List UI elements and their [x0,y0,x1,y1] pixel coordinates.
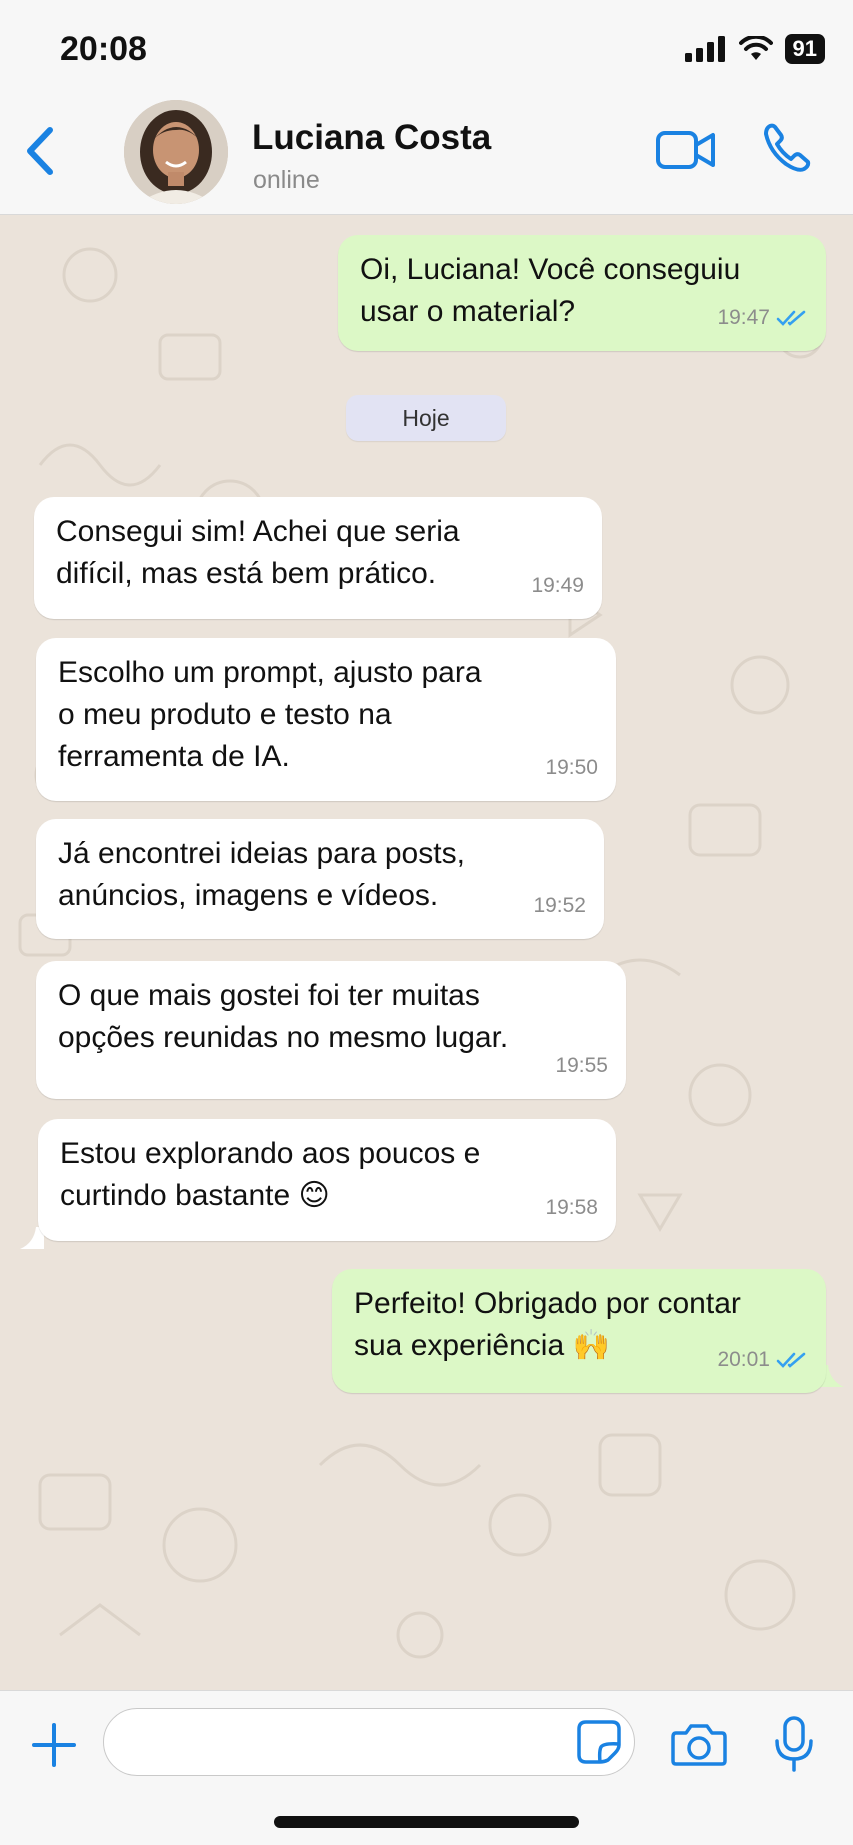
composer-bar [0,1690,853,1845]
video-call-icon[interactable] [655,128,717,172]
camera-icon[interactable] [670,1721,728,1767]
message-text: O que mais gostei foi ter muitas opções … [58,979,509,1054]
phone-call-icon[interactable] [762,122,812,174]
status-bar: 20:08 91 [0,0,853,92]
message-text: Já encontrei ideias para posts, anúncios… [58,837,465,912]
home-indicator [274,1816,579,1828]
message-meta: 19:52 [533,885,586,927]
incoming-message[interactable]: Consegui sim! Achei que seria difícil, m… [34,497,602,619]
status-time: 20:08 [60,30,147,68]
read-double-check-icon [776,1352,806,1368]
incoming-message[interactable]: Já encontrei ideias para posts, anúncios… [36,819,604,939]
message-meta: 19:58 [545,1187,598,1229]
message-time: 19:47 [717,306,770,329]
incoming-message[interactable]: Escolho um prompt, ajusto para o meu pro… [36,638,616,801]
incoming-message[interactable]: O que mais gostei foi ter muitas opções … [36,961,626,1099]
date-separator: Hoje [346,395,506,441]
message-time: 20:01 [717,1348,770,1371]
message-input-field[interactable] [103,1708,635,1776]
message-time: 19:50 [545,756,598,779]
chat-header: Luciana Costa online [0,92,853,215]
status-icons: 91 [684,34,825,64]
sticker-icon[interactable] [576,1719,622,1765]
signal-icon [684,36,725,62]
wifi-icon [738,36,773,60]
message-time: 19:58 [545,1196,598,1219]
back-chevron-icon[interactable] [22,126,56,176]
message-text: Escolho um prompt, ajusto para o meu pro… [58,656,482,773]
message-text: Consegui sim! Achei que seria difícil, m… [56,515,460,590]
message-time: 19:55 [555,1054,608,1077]
message-meta: 19:47 [717,297,808,339]
message-time: 19:49 [531,574,584,597]
contact-status: online [253,166,320,194]
message-meta: 19:49 [531,565,584,607]
contact-photo [124,100,228,204]
plus-attach-icon[interactable] [30,1721,78,1769]
read-double-check-icon [776,310,806,326]
message-input[interactable] [128,1709,562,1775]
battery-indicator: 91 [784,34,825,64]
message-meta: 19:55 [555,1045,608,1087]
microphone-icon[interactable] [772,1715,816,1773]
message-meta: 20:01 [717,1339,808,1381]
message-time: 19:52 [533,894,586,917]
avatar[interactable] [124,100,228,204]
outgoing-message[interactable]: Oi, Luciana! Você conseguiu usar o mater… [338,235,826,351]
outgoing-message[interactable]: Perfeito! Obrigado por contar sua experi… [332,1269,826,1393]
chat-area[interactable]: Oi, Luciana! Você conseguiu usar o mater… [0,215,853,1690]
contact-name[interactable]: Luciana Costa [252,118,491,158]
message-text: Estou explorando aos poucos e curtindo b… [60,1137,481,1212]
incoming-message[interactable]: Estou explorando aos poucos e curtindo b… [38,1119,616,1241]
message-meta: 19:50 [545,747,598,789]
